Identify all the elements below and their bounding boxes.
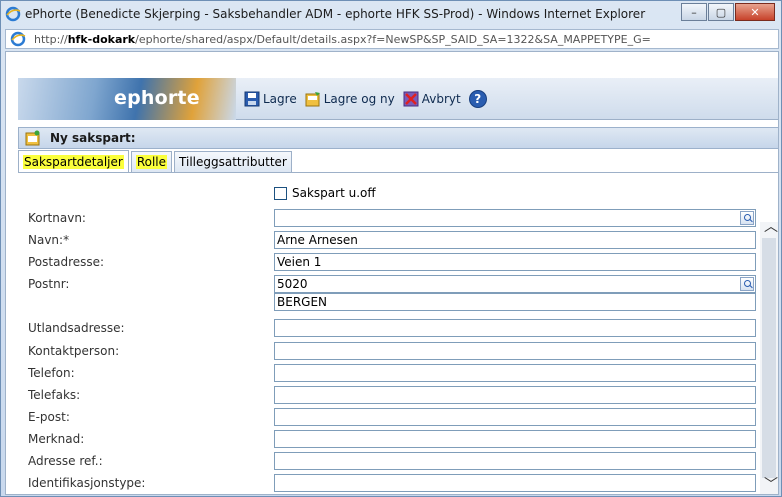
logo-banner: ephorte	[18, 78, 236, 120]
page-icon	[10, 31, 26, 47]
maximize-button[interactable]: ▢	[708, 3, 734, 21]
navn-input[interactable]: Arne Arnesen	[274, 230, 756, 249]
field-label: Postnr:	[28, 276, 70, 291]
form-row-poststed: BERGEN	[18, 292, 758, 311]
field-label: Merknad:	[28, 431, 85, 446]
field-label: Navn:*	[28, 232, 70, 247]
address-bar[interactable]: http://hfk-dokark/ephorte/shared/aspx/De…	[5, 29, 779, 49]
save-and-new-label: Lagre og ny	[323, 92, 395, 106]
field-value: BERGEN	[277, 294, 328, 309]
form-row-kortnavn: Kortnavn:	[18, 208, 758, 227]
save-new-icon	[305, 92, 320, 107]
form-row-navn: Navn:* Arne Arnesen	[18, 230, 758, 249]
close-button[interactable]: ✕	[735, 3, 775, 21]
save-label: Lagre	[263, 92, 297, 106]
poststed-input[interactable]: BERGEN	[274, 292, 756, 311]
cancel-icon	[403, 91, 419, 107]
form-row-kontaktperson: Kontaktperson:	[18, 341, 758, 360]
form-row-adresse-ref: Adresse ref.:	[18, 451, 758, 470]
sakspart-uoff-checkbox[interactable]	[274, 186, 287, 200]
form-row-postnr: Postnr: 5020	[18, 274, 758, 293]
scroll-down-icon[interactable]: ﹀	[764, 478, 778, 492]
form-row-utlandsadresse: Utlandsadresse:	[18, 318, 758, 337]
postadresse-input[interactable]: Veien 1	[274, 252, 756, 271]
telefon-input[interactable]	[274, 363, 756, 382]
field-label: Kontaktperson:	[28, 343, 120, 358]
kortnavn-input[interactable]	[274, 208, 756, 227]
field-label: Utlandsadresse:	[28, 320, 125, 335]
scroll-thumb[interactable]	[762, 238, 776, 478]
merknad-input[interactable]	[274, 429, 756, 448]
utlandsadresse-input[interactable]	[274, 318, 756, 337]
kontaktperson-input[interactable]	[274, 341, 756, 360]
field-label: Kortnavn:	[28, 210, 86, 225]
sakspart-uoff-checkbox-row[interactable]: Sakspart u.off	[274, 186, 376, 200]
epost-input[interactable]	[274, 407, 756, 426]
field-label: Identifikasjonstype:	[28, 475, 146, 490]
field-value: Veien 1	[277, 254, 322, 269]
telefaks-input[interactable]	[274, 385, 756, 404]
field-label: Adresse ref.:	[28, 453, 103, 468]
form-row-merknad: Merknad:	[18, 429, 758, 448]
lookup-icon[interactable]	[740, 276, 754, 291]
field-value: 5020	[277, 276, 308, 291]
postnr-input[interactable]: 5020	[274, 274, 756, 293]
identifikasjonstype-select[interactable]	[274, 473, 756, 492]
tab-sakspartdetaljer[interactable]: Sakspartdetaljer	[18, 150, 129, 172]
cancel-label: Avbryt	[421, 92, 461, 106]
form-row-telefaks: Telefaks:	[18, 385, 758, 404]
page-content: ephorte Lagre Lagre og ny Avbryt ? Ny sa…	[5, 51, 779, 495]
minimize-button[interactable]: –	[681, 3, 707, 21]
field-label: Telefaks:	[28, 387, 81, 402]
form-row-identifikasjonstype: Identifikasjonstype:	[18, 473, 758, 492]
title-bar: ePhorte (Benedicte Skjerping - Saksbehan…	[1, 1, 781, 27]
tab-label: Tilleggsattributter	[179, 155, 287, 169]
browser-window: ePhorte (Benedicte Skjerping - Saksbehan…	[0, 0, 782, 497]
cancel-button[interactable]: Avbryt	[403, 91, 461, 107]
new-party-icon	[25, 130, 40, 146]
tab-rolle[interactable]: Rolle	[130, 151, 173, 172]
save-button[interactable]: Lagre	[244, 91, 297, 107]
tab-label: Rolle	[135, 155, 168, 169]
tab-label: Sakspartdetaljer	[23, 154, 124, 169]
internet-explorer-icon	[5, 6, 21, 22]
section-header: Ny sakspart:	[18, 127, 778, 149]
url-path: /ephorte/shared/aspx/Default/details.asp…	[135, 32, 651, 46]
field-value: Arne Arnesen	[277, 232, 358, 247]
lookup-icon[interactable]	[740, 210, 754, 225]
form-row-epost: E-post:	[18, 407, 758, 426]
save-and-new-button[interactable]: Lagre og ny	[305, 91, 395, 107]
form-row-telefon: Telefon:	[18, 363, 758, 382]
floppy-disk-icon	[244, 91, 260, 107]
tab-strip: Sakspartdetaljer Rolle Tilleggsattributt…	[18, 150, 778, 173]
toolbar: Lagre Lagre og ny Avbryt ?	[244, 90, 487, 108]
url-prefix: http://	[34, 32, 68, 46]
ephorte-logo: ephorte	[114, 87, 200, 109]
field-label: Postadresse:	[28, 254, 105, 269]
help-icon[interactable]: ?	[468, 90, 487, 108]
vertical-scrollbar[interactable]: ︿ ﹀	[760, 220, 778, 494]
window-title: ePhorte (Benedicte Skjerping - Saksbehan…	[25, 7, 646, 21]
section-title: Ny sakspart:	[50, 131, 136, 145]
checkbox-label: Sakspart u.off	[292, 186, 376, 200]
field-label: E-post:	[28, 409, 70, 424]
url-host: hfk-dokark	[67, 32, 136, 46]
window-controls: – ▢ ✕	[680, 3, 775, 21]
tab-tilleggsattributter[interactable]: Tilleggsattributter	[174, 151, 292, 172]
app-header: ephorte Lagre Lagre og ny Avbryt ?	[18, 78, 778, 120]
form-row-postadresse: Postadresse: Veien 1	[18, 252, 758, 271]
url-text[interactable]: http://hfk-dokark/ephorte/shared/aspx/De…	[34, 33, 651, 46]
field-label: Telefon:	[28, 365, 75, 380]
scroll-up-icon[interactable]: ︿	[764, 220, 778, 234]
adresse-ref-input[interactable]	[274, 451, 756, 470]
